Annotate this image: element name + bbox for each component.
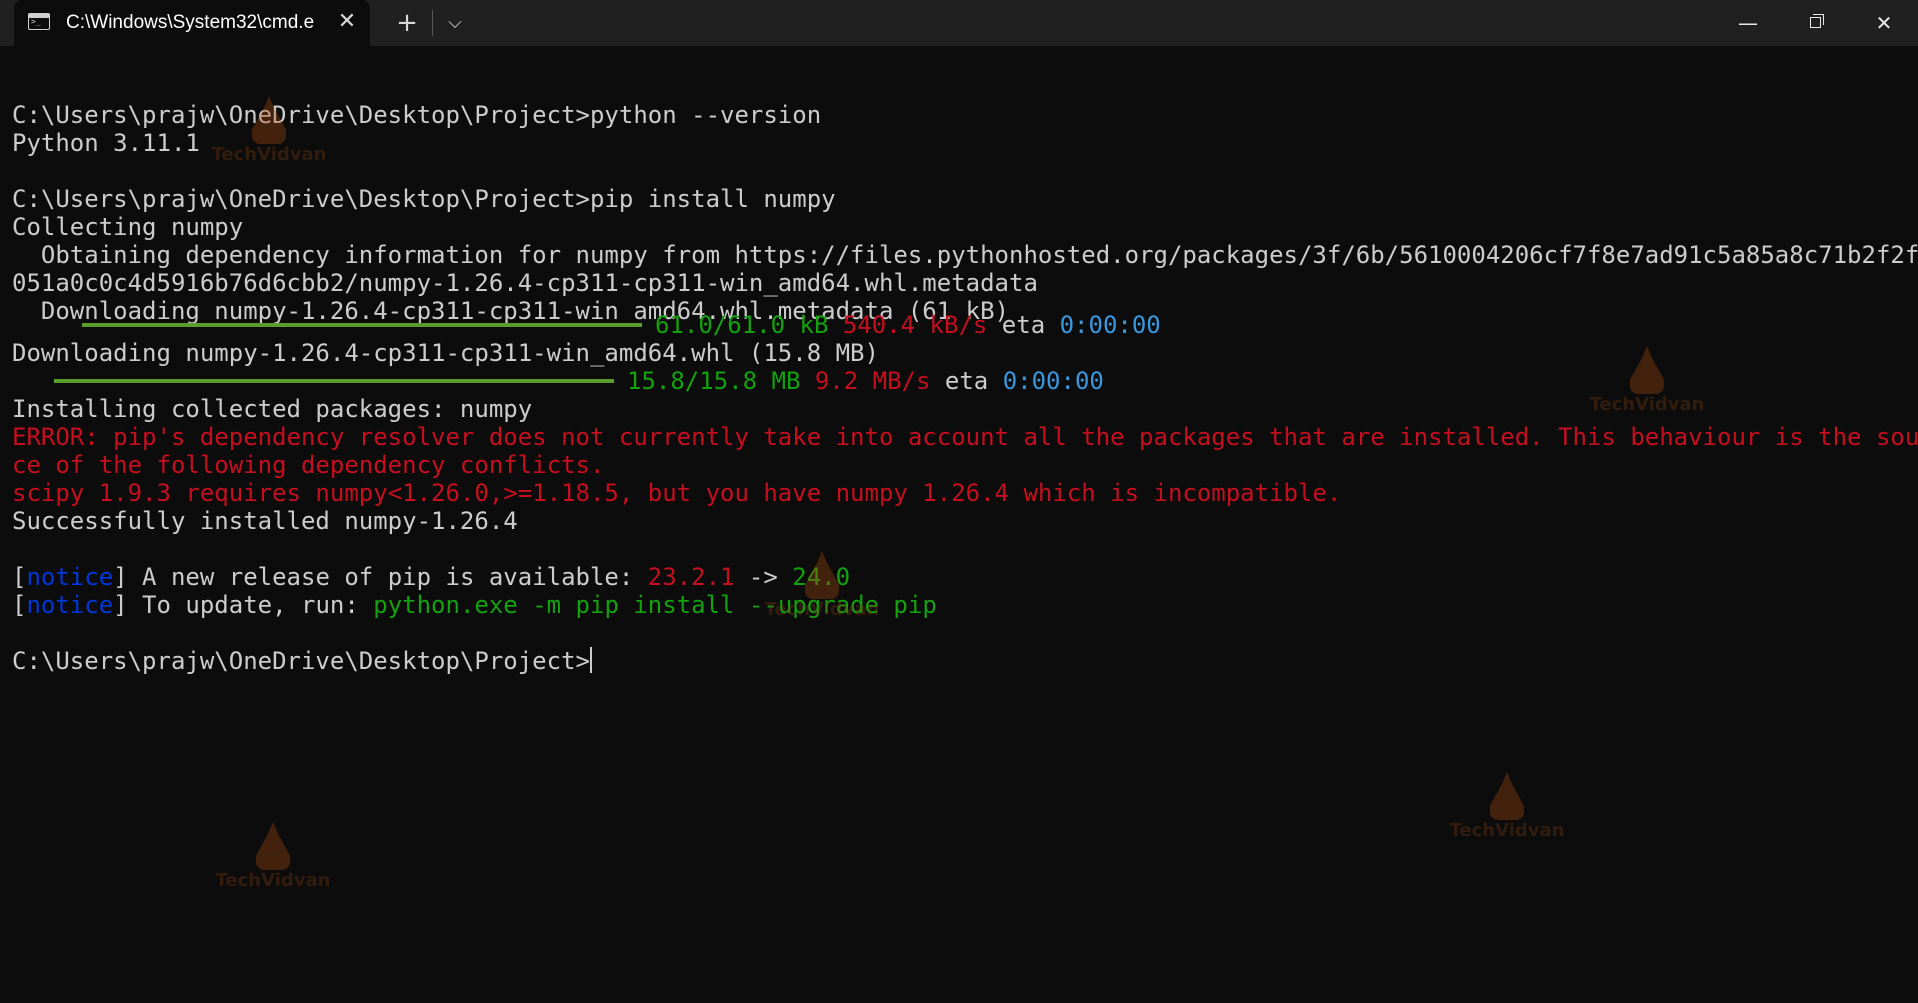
eta-value: 0:00:00 xyxy=(1059,311,1161,339)
watermark: TechVidvan xyxy=(204,96,334,165)
title-bar: C:\Windows\System32\cmd.e ✕ + ⌵ — ✕ xyxy=(0,0,1918,46)
output-line: Collecting numpy xyxy=(12,213,244,241)
download-size: 15.8/15.8 MB xyxy=(627,367,801,395)
output-line: 051a0c0c4d5916b76d6cbb2/numpy-1.26.4-cp3… xyxy=(12,269,1038,297)
error-line: scipy 1.9.3 requires numpy<1.26.0,>=1.18… xyxy=(12,479,1342,507)
progress-info-metadata: 61.0/61.0 kB 540.4 kB/s eta 0:00:00 xyxy=(655,311,1161,339)
watermark-text: TechVidvan xyxy=(215,870,331,891)
watermark-logo-icon xyxy=(256,822,290,870)
restore-button[interactable] xyxy=(1782,0,1850,46)
tab-close-icon[interactable]: ✕ xyxy=(334,9,360,35)
watermark-logo-icon xyxy=(252,96,286,144)
notice-line: [notice] A new release of pip is availab… xyxy=(12,563,850,591)
watermark: TechVidvan xyxy=(1582,346,1712,415)
terminal-output[interactable]: C:\Users\prajw\OneDrive\Desktop\Project>… xyxy=(0,46,1918,1003)
progress-info-wheel: 15.8/15.8 MB 9.2 MB/s eta 0:00:00 xyxy=(627,367,1104,395)
watermark-text: TechVidvan xyxy=(211,144,327,165)
output-line: Installing collected packages: numpy xyxy=(12,395,533,423)
old-version: 23.2.1 xyxy=(647,563,735,591)
bracket: [ xyxy=(12,563,27,591)
notice-tag: notice xyxy=(26,591,114,619)
output-line: C:\Users\prajw\OneDrive\Desktop\Project>… xyxy=(12,185,836,213)
eta-value: 0:00:00 xyxy=(1002,367,1104,395)
new-tab-button[interactable]: + xyxy=(390,8,424,38)
notice-tag: notice xyxy=(26,563,114,591)
tab-title: C:\Windows\System32\cmd.e xyxy=(66,12,315,33)
text-cursor xyxy=(589,647,592,673)
output-line: C:\Users\prajw\OneDrive\Desktop\Project>… xyxy=(12,101,822,129)
chevron-down-icon[interactable]: ⌵ xyxy=(440,8,470,38)
watermark: TechVidvan xyxy=(1442,772,1572,841)
output-line: Obtaining dependency information for num… xyxy=(12,241,1918,269)
output-line: Successfully installed numpy-1.26.4 xyxy=(12,507,518,535)
prompt-line[interactable]: C:\Users\prajw\OneDrive\Desktop\Project> xyxy=(12,647,592,675)
notice-text: To update, run: xyxy=(127,591,374,619)
notice-text: A new release of pip is available: xyxy=(127,563,648,591)
watermark: TechVidvan xyxy=(208,822,338,891)
watermark-text: TechVidvan xyxy=(1449,820,1565,841)
bracket: ] xyxy=(113,591,128,619)
prompt: C:\Users\prajw\OneDrive\Desktop\Project> xyxy=(12,647,590,675)
divider xyxy=(432,10,433,36)
eta-label: eta xyxy=(944,367,989,395)
error-line: ce of the following dependency conflicts… xyxy=(12,451,605,479)
watermark-text: TechVidvan xyxy=(764,599,880,620)
watermark-logo-icon xyxy=(805,551,839,599)
progress-bar-wheel xyxy=(54,379,614,383)
close-button[interactable]: ✕ xyxy=(1850,0,1918,46)
terminal-icon xyxy=(28,13,50,30)
download-speed: 540.4 kB/s xyxy=(842,311,988,339)
progress-bar-metadata xyxy=(82,323,642,327)
tab-cmd[interactable]: C:\Windows\System32\cmd.e ✕ xyxy=(14,0,370,46)
output-line: Python 3.11.1 xyxy=(12,129,200,157)
watermark-logo-icon xyxy=(1490,772,1524,820)
watermark-logo-icon xyxy=(1630,346,1664,394)
output-line: Downloading numpy-1.26.4-cp311-cp311-win… xyxy=(12,339,879,367)
download-speed: 9.2 MB/s xyxy=(814,367,931,395)
watermark-text: TechVidvan xyxy=(1589,394,1705,415)
eta-label: eta xyxy=(1001,311,1046,339)
bracket: [ xyxy=(12,591,27,619)
restore-icon xyxy=(1810,17,1821,28)
bracket: ] xyxy=(113,563,128,591)
error-line: ERROR: pip's dependency resolver does no… xyxy=(12,423,1918,451)
watermark: TechVidvan xyxy=(757,551,887,620)
minimize-button[interactable]: — xyxy=(1714,0,1782,46)
download-size: 61.0/61.0 kB xyxy=(655,311,829,339)
